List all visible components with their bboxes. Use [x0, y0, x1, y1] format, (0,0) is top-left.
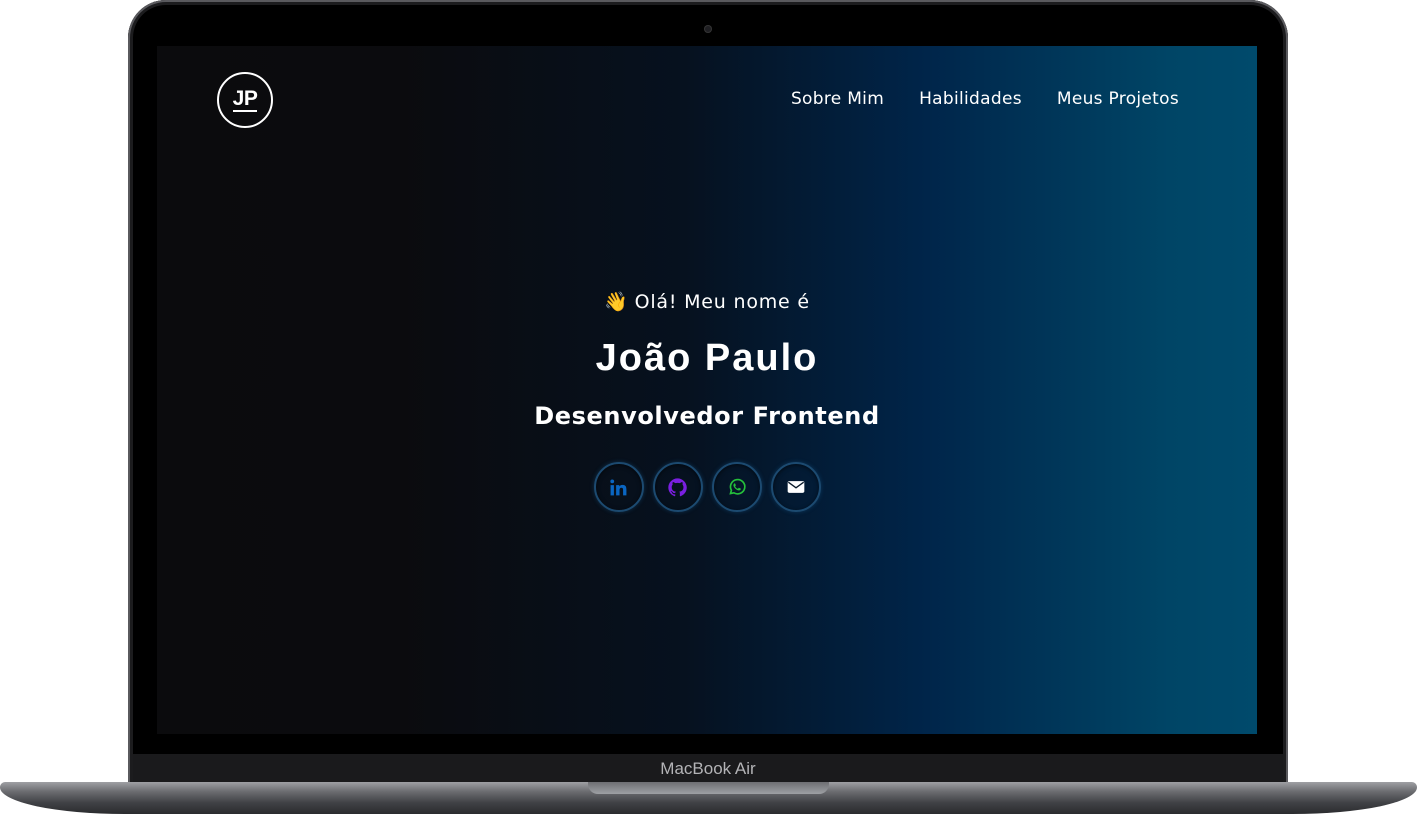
envelope-icon: [787, 481, 804, 493]
site-logo[interactable]: JP: [217, 72, 273, 128]
linkedin-icon: [610, 479, 627, 495]
hero-section: 👋 Olá! Meu nome é João Paulo Desenvolvedo…: [157, 290, 1257, 512]
logo-text: JP: [232, 86, 258, 112]
webcam: [704, 25, 712, 33]
nav-link-meus-projetos[interactable]: Meus Projetos: [1057, 89, 1179, 109]
social-links: [157, 462, 1257, 512]
device-brand-label: MacBook Air: [660, 759, 756, 778]
greeting-text: Olá! Meu nome é: [634, 291, 810, 313]
greeting: 👋 Olá! Meu nome é: [157, 290, 1257, 313]
website-screen: JP Sobre Mim Habilidades Meus Projetos 👋…: [157, 46, 1257, 734]
laptop-base: [0, 782, 1417, 814]
hero-role: Desenvolvedor Frontend: [534, 402, 880, 430]
whatsapp-icon: [728, 478, 746, 495]
main-nav: Sobre Mim Habilidades Meus Projetos: [791, 89, 1179, 109]
github-icon: [668, 477, 687, 496]
email-button[interactable]: [770, 462, 821, 512]
laptop-hinge-notch: [588, 782, 829, 794]
nav-link-habilidades[interactable]: Habilidades: [919, 89, 1022, 109]
hero-name: João Paulo: [595, 337, 819, 379]
whatsapp-button[interactable]: [711, 462, 762, 512]
linkedin-button[interactable]: [593, 462, 644, 512]
nav-link-sobre-mim[interactable]: Sobre Mim: [791, 89, 884, 109]
waving-hand-icon: 👋: [604, 291, 629, 313]
github-button[interactable]: [652, 462, 703, 512]
